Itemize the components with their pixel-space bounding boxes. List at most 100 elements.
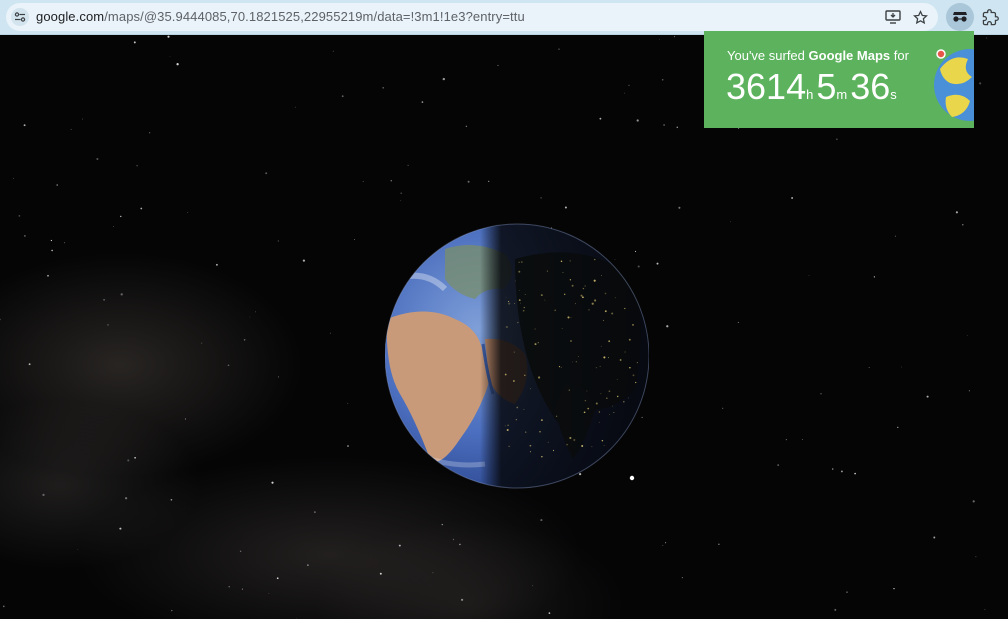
star <box>107 324 109 326</box>
city-light <box>534 343 537 346</box>
star <box>176 63 179 66</box>
city-light <box>547 441 549 443</box>
star <box>465 125 468 128</box>
city-light <box>575 361 577 363</box>
star <box>452 538 455 541</box>
city-light <box>561 328 563 329</box>
city-light <box>555 415 558 417</box>
star <box>737 321 739 323</box>
star <box>347 445 349 447</box>
city-light <box>518 299 521 302</box>
star <box>442 77 445 81</box>
star <box>341 95 344 98</box>
site-info-icon[interactable] <box>11 8 29 26</box>
star <box>278 376 280 378</box>
star <box>347 402 349 404</box>
star <box>398 544 401 547</box>
star <box>900 366 902 368</box>
city-light <box>591 302 594 305</box>
city-light <box>571 284 574 287</box>
star <box>461 598 464 601</box>
city-light <box>523 306 526 309</box>
caption-suffix: for <box>890 48 909 63</box>
star <box>96 157 99 161</box>
city-light <box>606 397 608 399</box>
star <box>659 39 661 40</box>
city-light <box>632 374 635 377</box>
star <box>636 119 639 122</box>
city-light <box>586 390 588 392</box>
star <box>497 64 499 66</box>
city-light <box>624 351 626 353</box>
star <box>718 543 720 545</box>
city-light <box>534 328 536 330</box>
city-light <box>505 297 507 299</box>
star <box>113 226 114 227</box>
city-light <box>608 357 609 359</box>
city-light <box>619 359 622 361</box>
star <box>802 439 803 440</box>
city-light <box>569 260 571 262</box>
star <box>666 325 669 328</box>
star <box>897 426 899 429</box>
address-bar[interactable]: google.com/maps/@35.9444085,70.1821525,2… <box>6 3 938 31</box>
star <box>599 117 602 120</box>
star <box>624 92 625 94</box>
install-app-icon[interactable] <box>884 8 902 26</box>
city-light <box>628 338 631 341</box>
city-light <box>594 258 596 261</box>
city-light <box>560 366 562 368</box>
city-light <box>539 431 541 433</box>
star <box>239 550 242 553</box>
star <box>169 56 171 58</box>
star <box>24 235 26 237</box>
city-light <box>577 356 580 358</box>
url-text[interactable]: google.com/maps/@35.9444085,70.1821525,2… <box>36 9 525 24</box>
city-light <box>523 408 525 410</box>
star <box>831 468 834 470</box>
city-light <box>504 425 506 427</box>
city-light <box>595 402 598 405</box>
earth-globe[interactable] <box>384 219 650 493</box>
star <box>540 519 543 522</box>
city-light <box>582 296 584 299</box>
star <box>840 470 843 473</box>
city-light <box>614 297 616 299</box>
star <box>379 572 382 575</box>
city-light <box>599 365 601 367</box>
city-light <box>595 367 597 369</box>
star <box>979 82 982 85</box>
hours-value: 3614 <box>726 66 807 107</box>
star <box>294 106 296 108</box>
star <box>187 212 189 213</box>
city-light <box>529 444 532 447</box>
star <box>730 221 732 223</box>
city-light <box>554 309 556 312</box>
star <box>171 609 173 612</box>
city-light <box>514 280 516 282</box>
city-light <box>512 380 515 382</box>
incognito-extension-icon[interactable] <box>946 3 974 31</box>
star <box>820 392 822 395</box>
hours-unit: h <box>806 87 814 102</box>
bookmark-star-icon[interactable] <box>911 8 929 26</box>
city-light <box>538 376 541 379</box>
city-light <box>572 361 573 363</box>
city-light <box>520 302 521 304</box>
city-light <box>580 294 583 297</box>
star <box>966 335 968 336</box>
star <box>665 542 667 544</box>
seconds-unit: s <box>890 87 897 102</box>
extensions-puzzle-icon[interactable] <box>980 7 1000 27</box>
star <box>407 164 409 167</box>
city-light <box>573 438 576 442</box>
star <box>103 298 106 301</box>
city-light <box>611 312 614 315</box>
seconds-value: 36 <box>850 66 891 107</box>
star <box>362 180 364 182</box>
city-light <box>530 388 532 390</box>
city-light <box>524 294 526 296</box>
city-light <box>515 419 517 421</box>
city-light <box>575 303 576 305</box>
city-light <box>581 295 583 297</box>
